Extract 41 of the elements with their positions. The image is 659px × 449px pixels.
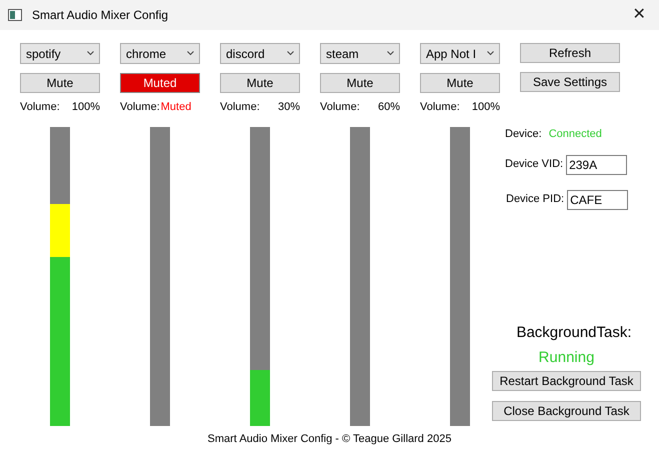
vid-label: Device VID: [505,157,564,172]
volume-label: Volume: [320,100,360,115]
chevron-down-icon [287,51,294,56]
volume-value: 100% [472,100,500,115]
volume-label: Volume: [220,100,260,115]
volume-value: 30% [278,100,300,115]
footer-text: Smart Audio Mixer Config - © Teague Gillard 2025 [206,432,452,448]
mute-button[interactable]: Mute [320,73,400,93]
volume-label: Volume: [120,100,160,115]
mute-button[interactable]: Mute [20,73,100,93]
app-dropdown[interactable]: spotify [20,43,100,64]
window-title: Smart Audio Mixer Config [32,7,168,24]
pid-label: Device PID: [506,192,564,208]
app-dropdown[interactable]: discord [220,43,300,64]
chevron-down-icon [387,51,394,56]
mute-button[interactable]: Muted [120,73,200,93]
mute-button[interactable]: Mute [420,73,500,93]
volume-label: Volume: [420,100,460,115]
app-dropdown[interactable]: chrome [120,43,200,64]
volume-value: 60% [378,100,400,115]
background-task-label: BackgroundTask: [516,323,632,343]
app-dropdown[interactable]: steam [320,43,400,64]
vid-field[interactable]: 239A [566,154,628,174]
chevron-down-icon [187,51,194,56]
task-button[interactable]: Close Background Task [492,401,641,421]
toolbar-button[interactable]: Save Settings [520,72,620,92]
background-task-status: Running [538,348,594,368]
mute-button[interactable]: Mute [220,73,300,93]
volume-value: 100% [72,100,100,115]
chevron-down-icon [487,51,494,56]
pid-field[interactable]: CAFE [567,190,628,210]
chevron-down-icon [87,51,94,56]
toolbar-button[interactable]: Refresh [520,43,620,63]
volume-value: Muted [160,100,192,115]
app-dropdown[interactable]: App Not I [420,43,500,64]
close-button[interactable]: ✕ [619,0,659,30]
app-icon [8,9,22,21]
device-label: Device: [505,127,542,142]
device-status: Connected [548,127,602,142]
volume-label: Volume: [20,100,60,115]
task-button[interactable]: Restart Background Task [492,371,641,391]
